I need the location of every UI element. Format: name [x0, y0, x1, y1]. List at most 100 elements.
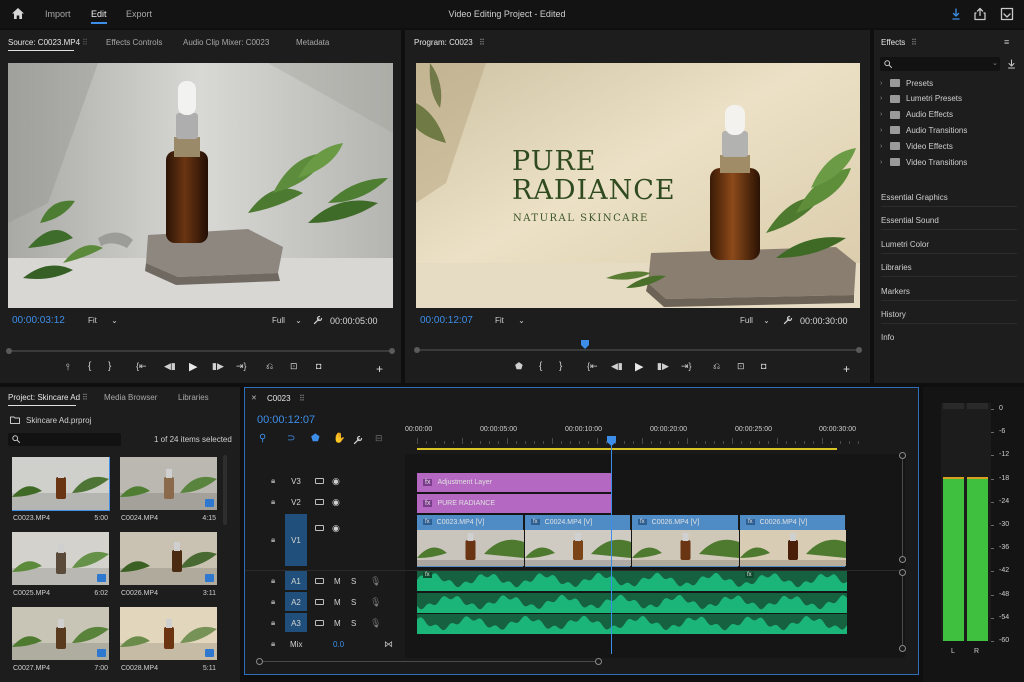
program-timecode[interactable]: 00:00:12:07	[420, 315, 473, 326]
go-to-in-icon[interactable]: {⇤	[587, 361, 598, 372]
panel-section-lumetri-color[interactable]: Lumetri Color	[881, 240, 929, 249]
mark-in-icon[interactable]: {	[539, 361, 542, 372]
audio-scroll-track[interactable]	[902, 574, 903, 652]
step-back-icon[interactable]: ◀▮	[164, 361, 176, 372]
source-scrub-end-handle[interactable]	[389, 348, 395, 354]
lift-icon[interactable]: ⎌	[713, 361, 720, 372]
audio-clip-a1[interactable]: fx fx	[417, 571, 847, 591]
sync-lock-icon[interactable]	[315, 577, 324, 584]
program-add-button-icon[interactable]: +	[843, 362, 850, 376]
panel-section-info[interactable]: Info	[881, 333, 894, 342]
sync-lock-icon[interactable]	[315, 477, 324, 484]
tab-source[interactable]: Source: C0023.MP4	[8, 38, 80, 47]
mute-button[interactable]: M	[334, 577, 341, 586]
solo-button[interactable]: S	[351, 619, 356, 628]
mark-out-icon[interactable]: }	[108, 361, 111, 372]
wrench-icon[interactable]	[353, 435, 363, 445]
play-icon[interactable]: ▶	[635, 360, 643, 373]
track-label-v1[interactable]: V1	[285, 536, 307, 545]
track-label-v3[interactable]: V3	[285, 477, 307, 486]
panel-section-markers[interactable]: Markers	[881, 287, 910, 296]
panel-menu-icon[interactable]: ⠿	[299, 394, 305, 403]
sync-lock-icon[interactable]	[315, 525, 324, 531]
effects-folder-presets[interactable]: › Presets	[880, 77, 933, 89]
track-label-a2[interactable]: A2	[285, 598, 307, 607]
mark-in-icon[interactable]: {	[88, 361, 91, 372]
tab-program[interactable]: Program: C0023	[414, 38, 473, 47]
project-search-input[interactable]	[8, 433, 121, 446]
marker-icon[interactable]: ⫯	[66, 362, 70, 373]
mix-value[interactable]: 0.0	[333, 640, 344, 649]
effects-folder-audio-effects[interactable]: › Audio Effects	[880, 109, 953, 121]
source-quality-select[interactable]: Full ⌄	[272, 316, 302, 325]
work-area-bar[interactable]	[417, 448, 837, 450]
tab-project[interactable]: Project: Skincare Ad	[8, 393, 80, 402]
extract-icon[interactable]: ⊡	[737, 361, 745, 372]
search-dropdown-icon[interactable]: ⌄	[992, 59, 998, 67]
v1-clip[interactable]: fx C0023.MP4 [V]	[417, 515, 524, 567]
project-media-item[interactable]: C0028.MP4 5:11	[120, 607, 218, 675]
panel-menu-icon[interactable]: ⠿	[479, 38, 485, 47]
title-clip[interactable]: fx PURE RADIANCE	[417, 494, 612, 513]
microphone-icon[interactable]: 🎙︎	[370, 597, 381, 608]
hamburger-menu-icon[interactable]: ≡	[1004, 37, 1009, 47]
step-forward-icon[interactable]: ▮▶	[212, 361, 224, 372]
lock-icon[interactable]: 🔒︎	[271, 639, 275, 649]
play-icon[interactable]: ▶	[189, 360, 197, 373]
source-video-frame[interactable]	[8, 63, 393, 308]
source-scrub-start-handle[interactable]	[6, 348, 12, 354]
go-to-out-icon[interactable]: ⇥}	[236, 361, 247, 372]
video-scroll-track[interactable]	[902, 453, 903, 559]
tab-sequence[interactable]: C0023	[267, 394, 291, 403]
source-add-button-icon[interactable]: +	[376, 362, 383, 376]
program-scrub-end-handle[interactable]	[856, 347, 862, 353]
sync-lock-icon[interactable]	[315, 598, 324, 605]
step-forward-icon[interactable]: ▮▶	[657, 361, 669, 372]
tab-effects-controls[interactable]: Effects Controls	[106, 38, 162, 47]
effects-folder-lumetri-presets[interactable]: › Lumetri Presets	[880, 93, 962, 105]
fullscreen-icon[interactable]	[1000, 7, 1014, 21]
panel-section-history[interactable]: History	[881, 310, 906, 319]
eye-icon[interactable]: ◉	[332, 476, 340, 487]
effects-search-input[interactable]: ⌄	[880, 57, 1000, 71]
eye-icon[interactable]: ◉	[332, 523, 340, 534]
lock-icon[interactable]: 🔒︎	[271, 497, 275, 507]
mute-button[interactable]: M	[334, 619, 341, 628]
export-frame-icon[interactable]: ◘	[316, 361, 321, 371]
effects-folder-video-transitions[interactable]: › Video Transitions	[880, 156, 967, 168]
adjustment-layer-clip[interactable]: fx Adjustment Layer	[417, 473, 612, 492]
lock-icon[interactable]: 🔒︎	[271, 618, 275, 628]
sync-lock-icon[interactable]	[315, 498, 324, 505]
audio-clip-a3[interactable]	[417, 614, 847, 634]
video-scroll-handle-top[interactable]	[899, 452, 906, 459]
mix-bar-icon[interactable]: ⋈	[384, 639, 393, 650]
v1-clip[interactable]: fx C0024.MP4 [V]	[525, 515, 631, 567]
v1-clip[interactable]: fx C0026.MP4 [V]	[632, 515, 739, 567]
add-marker-icon[interactable]: ⬟	[311, 433, 320, 444]
timeline-timecode[interactable]: 00:00:12:07	[257, 414, 315, 426]
mute-button[interactable]: M	[334, 598, 341, 607]
step-back-icon[interactable]: ◀▮	[611, 361, 623, 372]
solo-button[interactable]: S	[351, 598, 356, 607]
linked-selection-icon[interactable]: ⊃	[287, 433, 295, 444]
video-scroll-handle-bottom[interactable]	[899, 556, 906, 563]
captions-icon[interactable]: ⊟	[375, 433, 383, 444]
wrench-icon[interactable]	[313, 315, 323, 325]
snap-icon[interactable]: ⚲	[259, 433, 266, 444]
project-media-item[interactable]: C0026.MP4 3:11	[120, 532, 218, 600]
program-video-frame[interactable]: PURE RADIANCE NATURAL SKINCARE	[416, 63, 860, 308]
audio-clip-a2[interactable]	[417, 592, 847, 613]
solo-button[interactable]: S	[351, 577, 356, 586]
microphone-icon[interactable]: 🎙︎	[370, 576, 381, 587]
horizontal-scroll-track[interactable]	[259, 661, 601, 662]
nav-edit[interactable]: Edit	[91, 9, 107, 19]
overwrite-icon[interactable]: ⊡	[290, 361, 298, 372]
wrench-icon[interactable]	[783, 315, 793, 325]
go-to-in-icon[interactable]: {⇤	[136, 361, 147, 372]
program-fit-select[interactable]: Fit ⌄	[495, 316, 525, 325]
quick-export-icon[interactable]	[951, 7, 961, 21]
tab-metadata[interactable]: Metadata	[296, 38, 329, 47]
project-scrollbar[interactable]	[223, 455, 227, 525]
lock-icon[interactable]: 🔒︎	[271, 476, 275, 486]
track-label-v2[interactable]: V2	[285, 498, 307, 507]
